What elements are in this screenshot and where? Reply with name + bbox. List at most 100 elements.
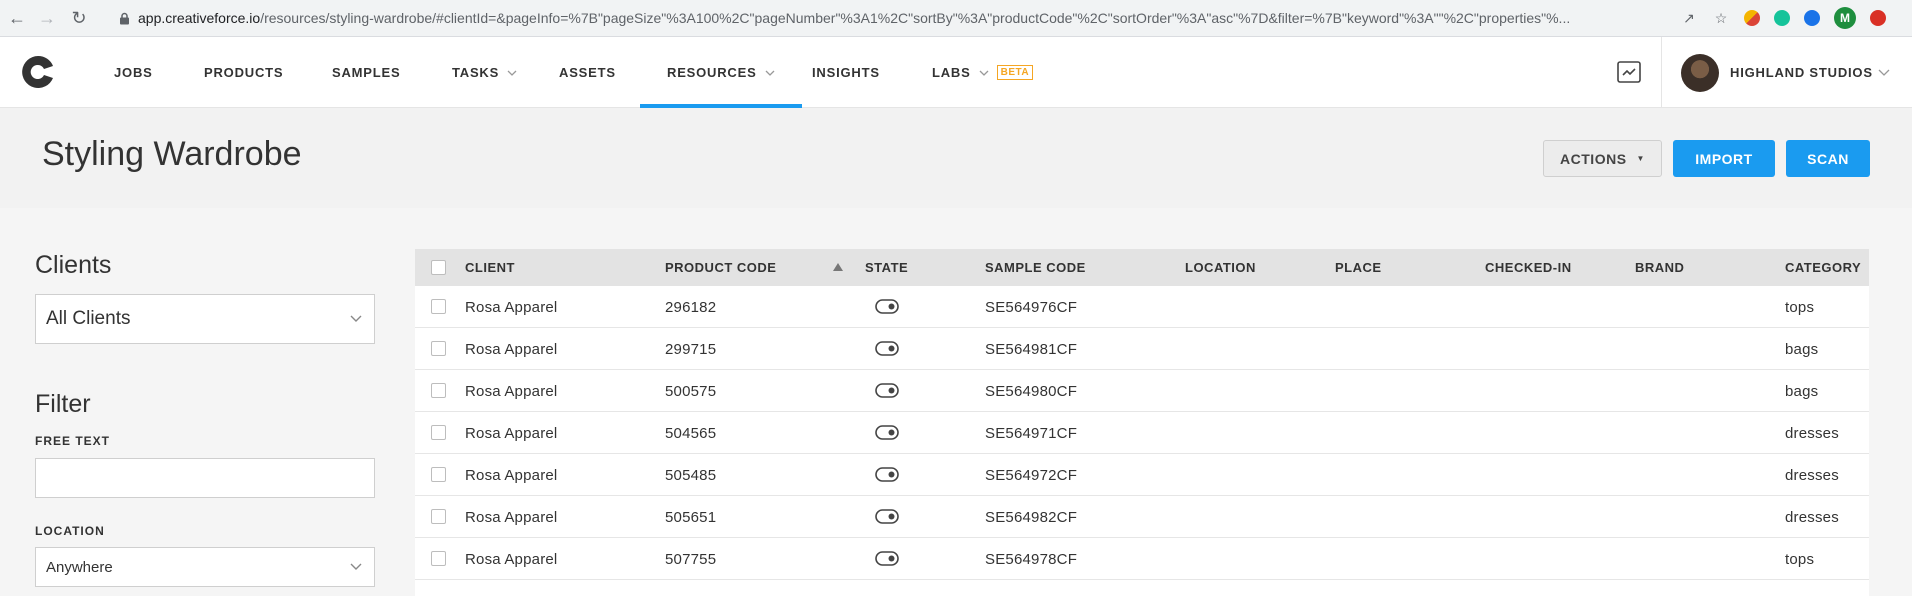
cell-category: tops xyxy=(1785,298,1815,316)
table-row[interactable]: Rosa Apparel 296182 SE564976CF tops xyxy=(415,286,1869,328)
free-text-input[interactable] xyxy=(35,458,375,498)
state-toggle-icon[interactable] xyxy=(875,341,899,356)
column-header-location[interactable]: LOCATION xyxy=(1185,249,1256,286)
creativeforce-logo-icon[interactable] xyxy=(20,54,56,90)
forward-arrow-icon[interactable]: → xyxy=(36,7,58,29)
extension-icon[interactable] xyxy=(1744,10,1760,26)
sort-ascending-icon[interactable] xyxy=(833,263,843,271)
row-checkbox[interactable] xyxy=(431,299,446,314)
cell-sample-code: SE564981CF xyxy=(985,340,1078,358)
password-manager-icon[interactable] xyxy=(1804,10,1820,26)
column-header-place[interactable]: PLACE xyxy=(1335,249,1382,286)
table-row[interactable]: Rosa Apparel 299715 SE564981CF bags xyxy=(415,328,1869,370)
column-header-brand[interactable]: BRAND xyxy=(1635,249,1684,286)
table-row[interactable]: Rosa Apparel 507755 SE564978CF tops xyxy=(415,538,1869,580)
filter-heading: Filter xyxy=(35,390,91,418)
chevron-down-icon[interactable] xyxy=(1878,67,1890,77)
reload-icon[interactable]: ↻ xyxy=(68,7,90,29)
extension-red-icon[interactable] xyxy=(1870,10,1886,26)
nav-jobs[interactable]: JOBS xyxy=(114,37,153,108)
actions-button[interactable]: ACTIONS ▼ xyxy=(1543,140,1662,177)
location-select[interactable]: Anywhere xyxy=(35,547,375,587)
chevron-down-icon xyxy=(507,70,517,76)
row-checkbox[interactable] xyxy=(431,425,446,440)
state-toggle-icon[interactable] xyxy=(875,467,899,482)
chevron-down-icon xyxy=(979,70,989,76)
row-checkbox[interactable] xyxy=(431,341,446,356)
cell-sample-code: SE564978CF xyxy=(985,550,1078,568)
terminal-icon[interactable] xyxy=(1617,61,1641,83)
cell-category: tops xyxy=(1785,550,1815,568)
nav-insights[interactable]: INSIGHTS xyxy=(812,37,880,108)
chevron-down-icon xyxy=(350,315,362,322)
cell-sample-code: SE564976CF xyxy=(985,298,1078,316)
state-toggle-icon[interactable] xyxy=(875,425,899,440)
table-row[interactable]: Rosa Apparel 500575 SE564980CF bags xyxy=(415,370,1869,412)
row-checkbox[interactable] xyxy=(431,467,446,482)
column-header-client[interactable]: CLIENT xyxy=(465,249,515,286)
cell-product-code: 299715 xyxy=(665,340,717,358)
app-header: JOBS PRODUCTS SAMPLES TASKS ASSETS RESOU… xyxy=(0,37,1912,108)
column-header-product-code[interactable]: PRODUCT CODE xyxy=(665,249,776,286)
cell-client: Rosa Apparel xyxy=(465,508,558,526)
state-toggle-icon[interactable] xyxy=(875,383,899,398)
location-label: LOCATION xyxy=(35,524,105,538)
cell-category: bags xyxy=(1785,382,1819,400)
select-all-checkbox[interactable] xyxy=(431,260,446,275)
url-host: app.creativeforce.io xyxy=(138,10,261,26)
state-toggle-icon[interactable] xyxy=(875,299,899,314)
bookmark-star-icon[interactable]: ☆ xyxy=(1712,9,1730,27)
cell-category: bags xyxy=(1785,340,1819,358)
share-icon[interactable]: ↗ xyxy=(1680,9,1698,27)
column-header-category[interactable]: CATEGORY xyxy=(1785,249,1861,286)
cell-sample-code: SE564982CF xyxy=(985,508,1078,526)
cell-client: Rosa Apparel xyxy=(465,382,558,400)
url-path: /resources/styling-wardrobe/#clientId=&p… xyxy=(260,10,1571,26)
browser-toolbar: ← → ↻ app.creativeforce.io/resources/sty… xyxy=(0,0,1912,37)
table-row[interactable]: Rosa Apparel 505651 SE564982CF dresses xyxy=(415,496,1869,538)
nav-assets[interactable]: ASSETS xyxy=(559,37,616,108)
chevron-down-icon xyxy=(765,70,775,76)
cell-client: Rosa Apparel xyxy=(465,550,558,568)
cell-client: Rosa Apparel xyxy=(465,340,558,358)
cell-client: Rosa Apparel xyxy=(465,298,558,316)
free-text-label: FREE TEXT xyxy=(35,434,111,448)
table-row[interactable]: Rosa Apparel 505485 SE564972CF dresses xyxy=(415,454,1869,496)
table-row[interactable]: Rosa Apparel 504565 SE564971CF dresses xyxy=(415,412,1869,454)
nav-tasks[interactable]: TASKS xyxy=(452,37,517,108)
nav-resources[interactable]: RESOURCES xyxy=(640,37,802,108)
user-avatar[interactable] xyxy=(1681,54,1719,92)
cell-product-code: 505651 xyxy=(665,508,717,526)
import-button[interactable]: IMPORT xyxy=(1673,140,1775,177)
cell-product-code: 507755 xyxy=(665,550,717,568)
cell-product-code: 296182 xyxy=(665,298,717,316)
beta-badge: BETA xyxy=(996,65,1034,80)
row-checkbox[interactable] xyxy=(431,509,446,524)
cell-sample-code: SE564971CF xyxy=(985,424,1078,442)
cell-category: dresses xyxy=(1785,508,1839,526)
row-checkbox[interactable] xyxy=(431,383,446,398)
header-divider xyxy=(1661,37,1662,108)
column-header-checked-in[interactable]: CHECKED-IN xyxy=(1485,249,1572,286)
back-arrow-icon[interactable]: ← xyxy=(6,7,28,29)
address-bar[interactable]: app.creativeforce.io/resources/styling-w… xyxy=(104,4,1664,32)
grammarly-icon[interactable] xyxy=(1774,10,1790,26)
nav-labs[interactable]: LABS BETA xyxy=(932,37,1034,108)
state-toggle-icon[interactable] xyxy=(875,551,899,566)
cell-category: dresses xyxy=(1785,466,1839,484)
lock-icon xyxy=(116,10,132,26)
state-toggle-icon[interactable] xyxy=(875,509,899,524)
cell-client: Rosa Apparel xyxy=(465,424,558,442)
nav-samples[interactable]: SAMPLES xyxy=(332,37,400,108)
cell-category: dresses xyxy=(1785,424,1839,442)
row-checkbox[interactable] xyxy=(431,551,446,566)
profile-avatar[interactable]: M xyxy=(1834,7,1856,29)
column-header-state[interactable]: STATE xyxy=(865,249,908,286)
clients-select[interactable]: All Clients xyxy=(35,294,375,344)
scan-button[interactable]: SCAN xyxy=(1786,140,1870,177)
cell-client: Rosa Apparel xyxy=(465,466,558,484)
column-header-sample-code[interactable]: SAMPLE CODE xyxy=(985,249,1086,286)
wardrobe-table: CLIENT PRODUCT CODE STATE SAMPLE CODE LO… xyxy=(415,249,1869,596)
nav-products[interactable]: PRODUCTS xyxy=(204,37,283,108)
studio-name[interactable]: HIGHLAND STUDIOS xyxy=(1730,37,1873,108)
